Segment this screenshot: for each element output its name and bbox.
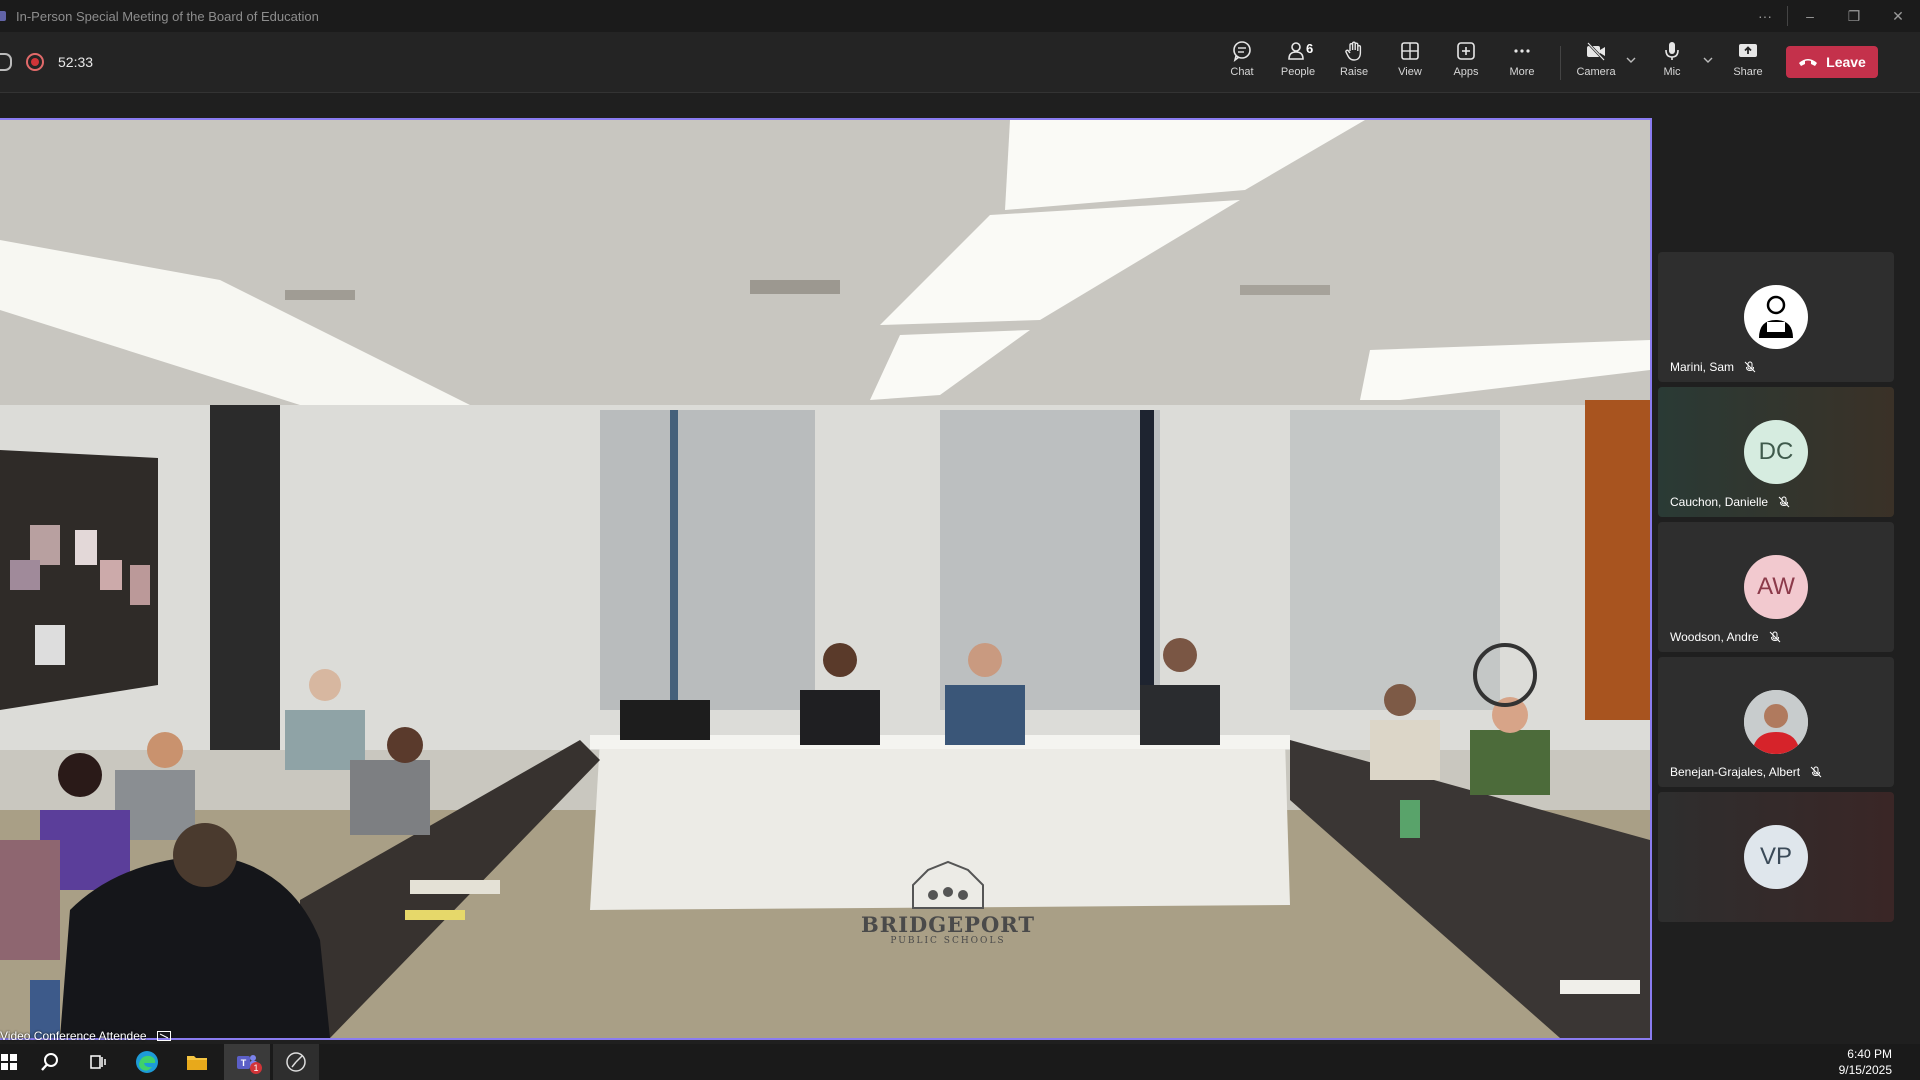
minimize-button[interactable]: –: [1788, 0, 1832, 32]
camera-label: Camera: [1576, 66, 1616, 78]
restore-button[interactable]: ❐: [1832, 0, 1876, 32]
svg-text:T: T: [241, 1058, 247, 1068]
participant-name: Marini, Sam: [1670, 360, 1735, 374]
participant-tile[interactable]: DC Cauchon, Danielle: [1658, 387, 1894, 517]
participant-name: Benejan-Grajales, Albert: [1670, 765, 1801, 779]
avatar: AW: [1744, 555, 1808, 619]
leave-button[interactable]: Leave: [1786, 46, 1878, 78]
participant-tile[interactable]: Marini, Sam: [1658, 252, 1894, 382]
participant-tile[interactable]: VP: [1658, 792, 1894, 922]
recording-icon: [26, 53, 44, 71]
close-button[interactable]: ✕: [1876, 0, 1920, 32]
apps-icon: [1457, 42, 1475, 60]
meeting-toolbar: 52:33 Chat 6 People Raise View Apps More…: [0, 32, 1920, 93]
raise-label: Raise: [1339, 66, 1369, 78]
more-button[interactable]: More: [1496, 40, 1548, 88]
leave-label: Leave: [1826, 54, 1866, 70]
banner-subtitle: PUBLIC SCHOOLS: [890, 936, 1006, 946]
avatar-photo: [1744, 690, 1808, 754]
camera-button[interactable]: Camera: [1570, 40, 1622, 88]
view-button[interactable]: View: [1384, 40, 1436, 88]
windows-start-icon: [1, 1054, 17, 1070]
participant-name: Cauchon, Danielle: [1670, 495, 1769, 509]
taskbar-edge[interactable]: [124, 1044, 170, 1080]
task-view-icon: [90, 1055, 106, 1069]
participant-tile[interactable]: AW Woodson, Andre: [1658, 522, 1894, 652]
taskbar-file-explorer[interactable]: [174, 1044, 220, 1080]
taskbar-app[interactable]: [273, 1044, 319, 1080]
mic-muted-icon: [1778, 496, 1790, 508]
person-icon: [1759, 295, 1793, 338]
app-circle-icon: [286, 1052, 306, 1072]
apps-button[interactable]: Apps: [1440, 40, 1492, 88]
camera-options-chevron-icon[interactable]: [1625, 54, 1637, 66]
share-button[interactable]: Share: [1722, 40, 1774, 88]
taskbar: T 1 6:40 PM 9/15/2025: [0, 1044, 1920, 1080]
camera-off-icon: [1587, 42, 1605, 61]
mic-muted-icon: [1769, 631, 1780, 643]
participant-tile[interactable]: Benejan-Grajales, Albert: [1658, 657, 1894, 787]
clock-time: 6:40 PM: [1847, 1047, 1892, 1061]
system-clock[interactable]: 6:40 PM 9/15/2025: [1839, 1046, 1892, 1078]
taskbar-teams[interactable]: T 1: [224, 1044, 270, 1080]
caption-text: Video Conference Attendee: [0, 1029, 147, 1043]
elapsed-time: 52:33: [58, 54, 94, 70]
hang-up-icon: [1799, 59, 1818, 66]
school-logo-icon: [912, 860, 984, 909]
shield-icon: [0, 53, 12, 71]
participant-name: Woodson, Andre: [1670, 630, 1759, 644]
profile-photo: [1744, 690, 1808, 754]
avatar-initials: DC: [1758, 438, 1794, 465]
mic-muted-icon: [1744, 361, 1756, 373]
chat-button[interactable]: Chat: [1216, 40, 1268, 88]
chat-label: Chat: [1230, 66, 1254, 78]
folder-icon: [187, 1056, 207, 1070]
avatar: [1744, 285, 1808, 349]
search-icon: [41, 1053, 58, 1071]
search-button[interactable]: [27, 1044, 73, 1080]
task-view-button[interactable]: [75, 1044, 121, 1080]
people-button[interactable]: 6 People: [1272, 40, 1324, 88]
meeting-room-video: [0, 120, 1650, 1038]
banner-title: BRIDGEPORT: [861, 912, 1035, 937]
share-screen-icon: [1739, 44, 1757, 57]
raise-hand-button[interactable]: Raise: [1328, 40, 1380, 88]
avatar-initials: VP: [1759, 843, 1792, 870]
avatar-initials: AW: [1757, 573, 1795, 600]
hand-icon: [1345, 41, 1362, 61]
teams-icon: [0, 11, 6, 21]
notification-badge: 1: [250, 1062, 262, 1074]
mic-button[interactable]: Mic: [1646, 40, 1698, 88]
speaker-caption: Video Conference Attendee: [0, 1027, 171, 1045]
more-icon: [1514, 49, 1530, 53]
mic-label: Mic: [1663, 66, 1681, 78]
title-bar: In-Person Special Meeting of the Board o…: [0, 0, 1920, 32]
people-count: 6: [1306, 41, 1314, 56]
view-label: View: [1398, 66, 1422, 78]
share-label: Share: [1733, 66, 1763, 78]
people-label: People: [1280, 66, 1316, 78]
table-banner: BRIDGEPORT PUBLIC SCHOOLS: [858, 860, 1038, 946]
window-title: In-Person Special Meeting of the Board o…: [16, 8, 319, 24]
mic-muted-icon: [1810, 766, 1822, 778]
main-video-stage: BRIDGEPORT PUBLIC SCHOOLS: [0, 118, 1652, 1040]
mic-options-chevron-icon[interactable]: [1702, 54, 1714, 66]
avatar: VP: [1744, 825, 1808, 889]
more-label: More: [1509, 66, 1535, 78]
meeting-timer: 52:33: [0, 32, 93, 92]
chat-icon: [1233, 41, 1251, 62]
clock-date: 9/15/2025: [1838, 1063, 1892, 1077]
edge-browser-icon: [136, 1051, 158, 1073]
video-source-icon: [156, 1031, 171, 1041]
apps-label: Apps: [1453, 66, 1479, 78]
window-more-icon[interactable]: ···: [1743, 0, 1787, 32]
avatar: DC: [1744, 420, 1808, 484]
grid-view-icon: [1401, 42, 1419, 60]
microphone-icon: [1665, 42, 1679, 60]
